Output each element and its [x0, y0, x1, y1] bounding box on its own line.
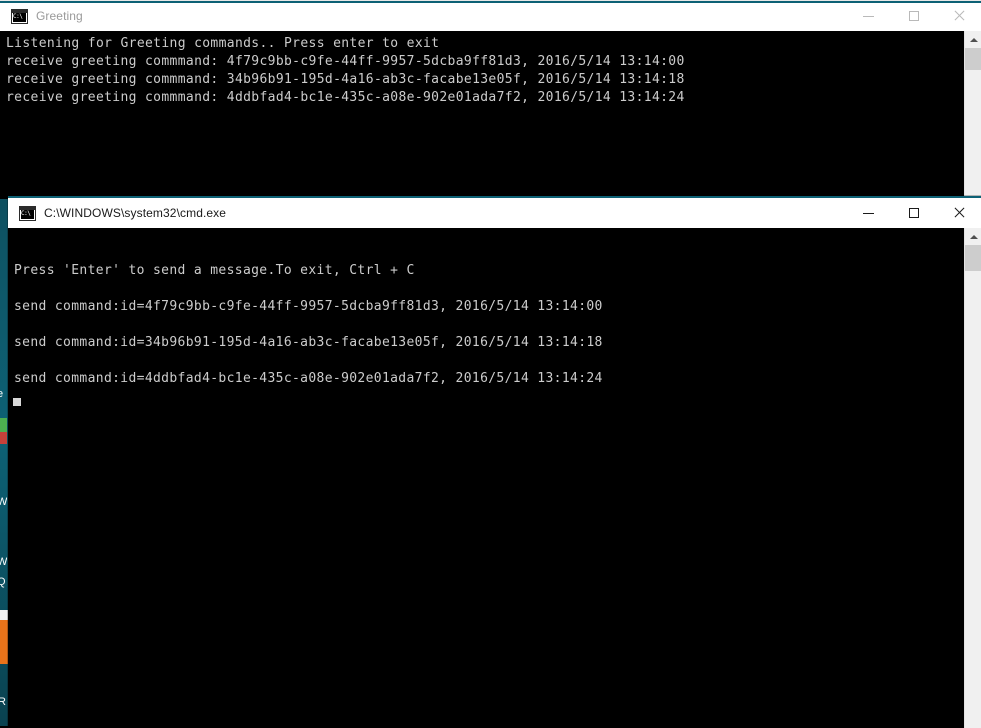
- console-line: send command:id=4ddbfad4-bc1e-435c-a08e-…: [14, 371, 603, 386]
- minimize-icon: [863, 212, 874, 214]
- orange-icon-fragment: [0, 620, 8, 664]
- window-controls-cmd: [846, 198, 981, 228]
- console-line: send command:id=4f79c9bb-c9fe-44ff-9957-…: [14, 299, 603, 314]
- window-cmd[interactable]: C:\WINDOWS\system32\cmd.exe Press 'Enter…: [8, 196, 981, 728]
- minimize-icon: [863, 15, 874, 17]
- scrollbar-thumb[interactable]: [965, 48, 981, 70]
- window-controls-greeting: [846, 1, 981, 31]
- desktop-text-fragment: Q: [0, 576, 6, 588]
- vertical-scrollbar-greeting[interactable]: [964, 31, 981, 199]
- maximize-button[interactable]: [891, 1, 936, 31]
- close-icon: [953, 207, 965, 219]
- desktop-text-fragment: W: [0, 556, 8, 568]
- vertical-scrollbar-cmd[interactable]: [964, 228, 981, 728]
- maximize-icon: [908, 11, 919, 21]
- chevron-up-icon: [969, 37, 978, 42]
- scrollbar-track[interactable]: [965, 70, 981, 199]
- console-line: Listening for Greeting commands.. Press …: [6, 36, 440, 51]
- desktop-text-fragment: R: [0, 696, 6, 708]
- text-cursor: [13, 398, 21, 406]
- titlebar-greeting[interactable]: Greeting: [0, 0, 981, 31]
- console-line: receive greeting commmand: 4ddbfad4-bc1e…: [6, 90, 685, 105]
- cmd-console-icon: [11, 8, 28, 24]
- console-output-greeting[interactable]: Listening for Greeting commands.. Press …: [0, 31, 981, 199]
- cmd-console-icon: [19, 205, 36, 221]
- scroll-up-arrow[interactable]: [965, 228, 981, 245]
- console-line: receive greeting commmand: 4f79c9bb-c9fe…: [6, 54, 685, 69]
- console-line: send command:id=34b96b91-195d-4a16-ab3c-…: [14, 335, 603, 350]
- console-line: receive greeting commmand: 34b96b91-195d…: [6, 72, 685, 87]
- close-icon: [953, 10, 965, 22]
- close-button[interactable]: [936, 1, 981, 31]
- maximize-button[interactable]: [891, 198, 936, 228]
- window-top-accent: [0, 1, 981, 3]
- green-icon-fragment: [0, 418, 7, 432]
- window-greeting[interactable]: Greeting Listening for Greeting commands…: [0, 0, 981, 199]
- red-icon-fragment: [0, 432, 7, 444]
- titlebar-cmd[interactable]: C:\WINDOWS\system32\cmd.exe: [8, 196, 981, 228]
- desktop-text-fragment: W: [0, 496, 8, 508]
- chevron-up-icon: [969, 234, 978, 239]
- close-button[interactable]: [936, 198, 981, 228]
- console-line: Press 'Enter' to send a message.To exit,…: [14, 263, 415, 278]
- scroll-up-arrow[interactable]: [965, 31, 981, 48]
- white-icon-fragment: [0, 610, 8, 620]
- scrollbar-track[interactable]: [965, 271, 981, 728]
- minimize-button[interactable]: [846, 1, 891, 31]
- minimize-button[interactable]: [846, 198, 891, 228]
- console-output-cmd[interactable]: Press 'Enter' to send a message.To exit,…: [8, 228, 981, 728]
- scrollbar-thumb[interactable]: [965, 245, 981, 271]
- desktop-text-fragment: e: [0, 388, 4, 400]
- window-title-cmd: C:\WINDOWS\system32\cmd.exe: [44, 206, 227, 220]
- maximize-icon: [908, 208, 919, 218]
- window-title-greeting: Greeting: [36, 9, 83, 23]
